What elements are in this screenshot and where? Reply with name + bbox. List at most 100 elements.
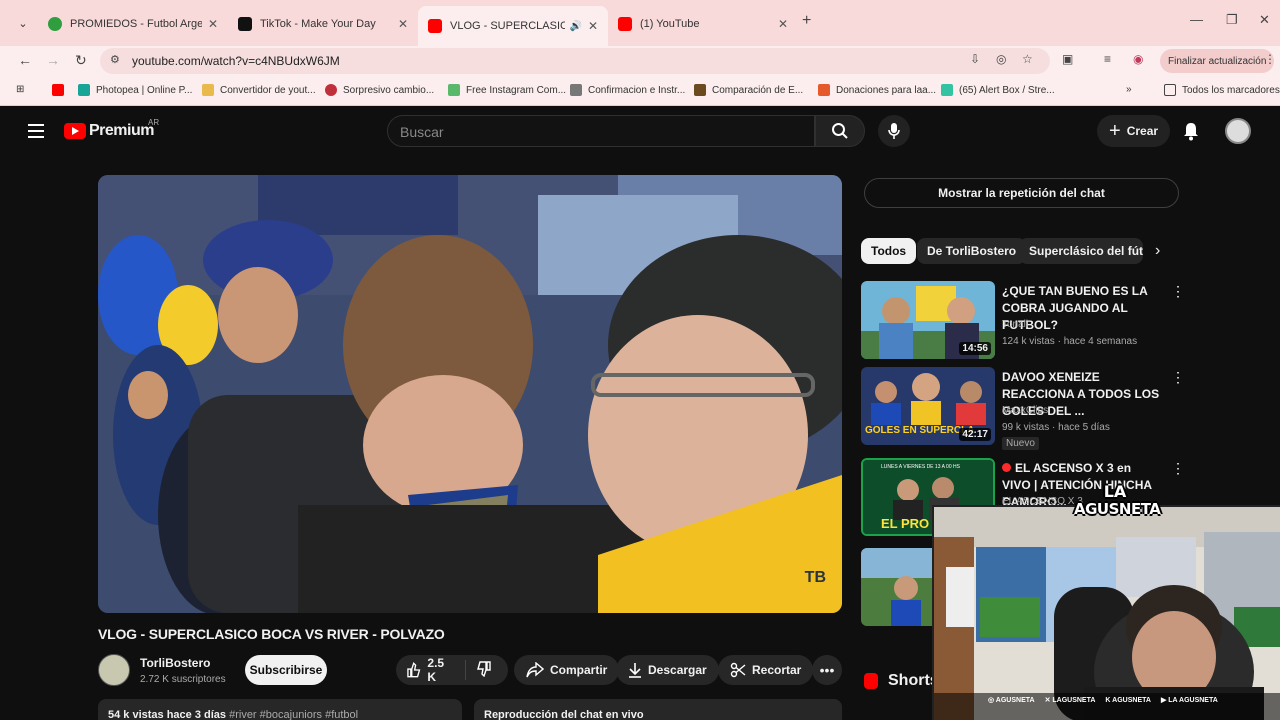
site-info-icon[interactable]: ⚙	[110, 53, 120, 66]
recommended-video[interactable]: GOLES EN SUPERCLA 42:17 DAVOO XENEIZE RE…	[861, 367, 1185, 450]
link-icon	[570, 84, 582, 96]
close-tab-icon[interactable]: ✕	[778, 17, 788, 31]
youtube-favicon-icon	[618, 17, 632, 31]
video-thumbnail[interactable]: 14:56	[861, 281, 995, 359]
tab-search-icon[interactable]: ⌄	[12, 12, 34, 34]
video-title: VLOG - SUPERCLASICO BOCA VS RIVER - POLV…	[98, 626, 445, 642]
notifications-bell-icon[interactable]	[1182, 121, 1200, 146]
voice-search-button[interactable]	[878, 115, 910, 147]
dislike-button[interactable]	[466, 660, 498, 680]
youtube-premium-logo[interactable]: Premium AR	[64, 118, 159, 140]
w-icon	[448, 84, 460, 96]
minimize-icon[interactable]: —	[1190, 12, 1203, 27]
channel-name[interactable]: Tonali	[1002, 319, 1028, 330]
extensions-icon[interactable]: ▣	[1062, 52, 1073, 66]
profile-icon[interactable]: ◉	[1133, 52, 1143, 66]
channel-name[interactable]: TorliBostero	[140, 656, 210, 670]
create-button[interactable]: + Crear	[1097, 115, 1171, 147]
kebab-menu-icon[interactable]: ⋮	[1171, 283, 1185, 300]
chip-all[interactable]: Todos	[861, 238, 917, 264]
subscribe-button[interactable]: Subscribirse	[245, 655, 327, 685]
like-button[interactable]: 2.5 K	[396, 656, 466, 684]
address-bar[interactable]: ⚙ youtube.com/watch?v=c4NBUdxW6JM	[100, 48, 1050, 74]
tab-vlog-active[interactable]: VLOG - SUPERCLASICO BOCA 🔊 ✕	[418, 6, 608, 46]
download-button[interactable]: Descargar	[616, 655, 719, 685]
reload-icon[interactable]: ↻	[75, 52, 87, 69]
speaker-icon[interactable]: 🔊	[569, 21, 581, 32]
new-tab-icon[interactable]: +	[802, 12, 811, 30]
back-icon[interactable]: ←	[18, 52, 32, 68]
chip-channel[interactable]: De TorliBostero	[917, 238, 1027, 264]
tab-promiedos[interactable]: PROMIEDOS - Futbol Argentina ✕	[38, 8, 228, 40]
social-handles: ◎ AGUSNETA ✕ LAGUSNETA K AGUSNETA ▶ LA A…	[932, 692, 1280, 708]
install-icon[interactable]: ⇩	[970, 52, 980, 66]
tab-tiktok[interactable]: TikTok - Make Your Day ✕	[228, 8, 418, 40]
recommended-video[interactable]: 14:56 ¿QUE TAN BUENO ES LA COBRA JUGANDO…	[861, 281, 1185, 361]
media-queue-icon[interactable]: ≡	[1104, 52, 1111, 66]
all-bookmarks[interactable]: Todos los marcadores	[1164, 84, 1280, 96]
promiedos-favicon-icon	[48, 17, 62, 31]
browser-menu-icon[interactable]: ⋮	[1264, 52, 1276, 66]
channel-name[interactable]: MaxxClips	[1002, 405, 1048, 416]
video-duration: 42:17	[959, 428, 991, 441]
bookmark-item[interactable]: Donaciones para laa...	[818, 84, 936, 96]
bookmark-item[interactable]: Photopea | Online P...	[78, 84, 192, 96]
close-window-icon[interactable]: ✕	[1259, 12, 1270, 28]
share-icon	[526, 662, 544, 678]
tab-title: PROMIEDOS - Futbol Argentina	[70, 18, 202, 30]
like-dislike-group: 2.5 K	[396, 655, 508, 685]
search-button[interactable]	[815, 115, 865, 147]
thumbnail-text: EL PRO	[881, 516, 930, 531]
update-label: Finalizar actualización	[1168, 55, 1267, 67]
youtube-icon	[52, 84, 64, 96]
youtube-logo-icon	[64, 123, 86, 139]
search-input[interactable]: Buscar	[387, 115, 815, 147]
url-text[interactable]: youtube.com/watch?v=c4NBUdxW6JM	[132, 54, 340, 68]
channel-avatar[interactable]	[98, 654, 130, 686]
tab-youtube[interactable]: (1) YouTube ✕	[608, 8, 798, 40]
bookmark-item[interactable]: Comparación de E...	[694, 84, 803, 96]
bookmark-item[interactable]: Confirmacion e Instr...	[570, 84, 685, 96]
chevron-right-icon[interactable]: ›	[1155, 242, 1160, 260]
bookmark-label: Convertidor de yout...	[220, 84, 316, 96]
close-tab-icon[interactable]: ✕	[208, 17, 218, 31]
like-count: 2.5 K	[427, 656, 445, 684]
show-chat-replay-button[interactable]: Mostrar la repetición del chat	[864, 178, 1179, 208]
kick-handle: K AGUSNETA	[1105, 696, 1151, 704]
eye-off-icon[interactable]: ◎	[996, 52, 1006, 66]
share-button[interactable]: Compartir	[514, 655, 620, 685]
kebab-menu-icon[interactable]: ⋮	[1171, 460, 1185, 477]
chip-superclasico[interactable]: Superclásico del fútbol	[1019, 238, 1143, 264]
bookmark-label: Free Instagram Com...	[466, 84, 567, 96]
kebab-menu-icon[interactable]: ⋮	[1171, 369, 1185, 386]
video-meta: 124 k vistas · hace 4 semanas	[1002, 336, 1138, 347]
description-box[interactable]: 54 k vistas hace 3 días #river #bocajuni…	[98, 699, 462, 720]
more-bookmarks-icon[interactable]: »	[1126, 84, 1132, 95]
clip-button[interactable]: Recortar	[718, 655, 814, 685]
microphone-icon	[888, 123, 900, 139]
bookmark-item[interactable]: (65) Alert Box / Stre...	[941, 84, 1055, 96]
bookmark-youtube[interactable]	[52, 84, 70, 96]
forward-icon[interactable]: →	[46, 52, 60, 68]
close-tab-icon[interactable]: ✕	[588, 19, 598, 33]
bookmark-item[interactable]: Free Instagram Com...	[448, 84, 566, 96]
live-chat-replay-panel[interactable]: Reproducción del chat en vivo	[474, 699, 842, 720]
bookmark-item[interactable]: Convertidor de yout...	[202, 84, 316, 96]
account-avatar[interactable]	[1225, 118, 1251, 144]
menu-icon[interactable]	[28, 124, 44, 142]
more-actions-icon[interactable]: •••	[812, 655, 842, 685]
close-tab-icon[interactable]: ✕	[398, 17, 408, 31]
youtube-header: Premium AR Buscar + Crear	[0, 108, 1280, 154]
restore-icon[interactable]: ❐	[1226, 12, 1238, 28]
bookmark-item[interactable]: Sorpresivo cambio...	[325, 84, 434, 96]
star-icon[interactable]: ☆	[1022, 52, 1033, 66]
search-placeholder: Buscar	[400, 124, 444, 140]
apps-grid-icon[interactable]: ⊞	[16, 84, 24, 95]
download-label: Descargar	[648, 663, 707, 677]
video-player[interactable]: TB	[98, 175, 842, 613]
news-icon	[325, 84, 337, 96]
finish-update-button[interactable]: Finalizar actualización	[1160, 49, 1275, 73]
browser-tabstrip: ⌄ PROMIEDOS - Futbol Argentina ✕ TikTok …	[0, 0, 1280, 46]
photopea-icon	[78, 84, 90, 96]
video-thumbnail[interactable]: GOLES EN SUPERCLA 42:17	[861, 367, 995, 445]
